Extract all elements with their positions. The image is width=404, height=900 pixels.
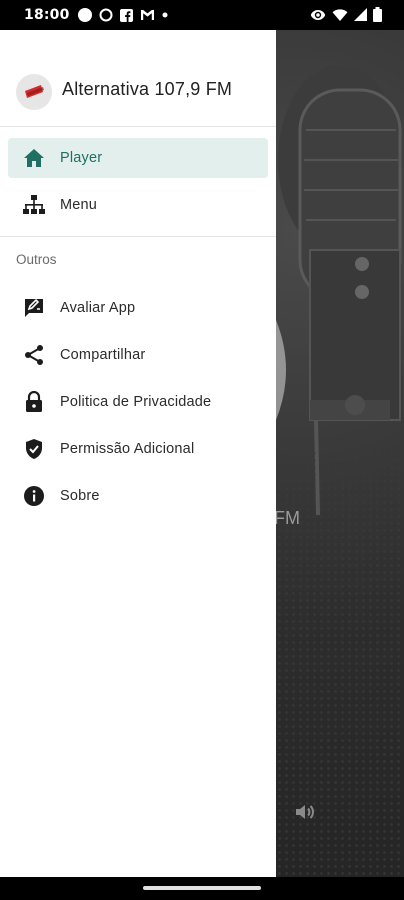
station-logo	[16, 74, 52, 110]
drawer-item-label: Menu	[60, 197, 98, 213]
drawer-item-rate-app[interactable]: Avaliar App	[8, 288, 268, 328]
drawer-item-label: Player	[60, 150, 103, 166]
share-icon	[22, 343, 46, 367]
home-icon	[22, 146, 46, 170]
battery-icon	[373, 7, 382, 22]
volume-icon[interactable]	[294, 802, 316, 822]
player-station-fm: FM	[274, 508, 300, 528]
dot-icon	[162, 12, 168, 18]
status-bar: 18:00	[0, 0, 404, 30]
sitemap-icon	[22, 193, 46, 217]
home-gesture-handle[interactable]	[143, 886, 261, 890]
logo-mark-icon	[25, 85, 44, 98]
drawer-item-player[interactable]: Player	[8, 138, 268, 178]
section-label-others: Outros	[16, 252, 57, 267]
drawer-item-label: Permissão Adicional	[60, 441, 195, 457]
lock-icon	[22, 390, 46, 414]
drawer-item-label: Avaliar App	[60, 300, 136, 316]
navigation-drawer: Alternativa 107,9 FM Player Menu Outros	[0, 30, 276, 877]
drawer-item-about[interactable]: Sobre	[8, 476, 268, 516]
ring-icon	[99, 8, 113, 22]
status-time: 18:00	[24, 7, 70, 23]
drawer-divider	[0, 236, 276, 237]
drawer-item-menu[interactable]: Menu	[8, 185, 268, 225]
info-icon	[22, 484, 46, 508]
drawer-header: Alternativa 107,9 FM	[0, 30, 276, 127]
gmail-icon	[140, 10, 154, 20]
rate-review-icon	[22, 296, 46, 320]
drawer-item-additional-permission[interactable]: Permissão Adicional	[8, 429, 268, 469]
wifi-icon	[332, 8, 348, 21]
drawer-item-label: Politica de Privacidade	[60, 394, 212, 410]
drawer-item-label: Sobre	[60, 488, 100, 504]
circle-icon	[77, 8, 92, 22]
drawer-item-share[interactable]: Compartilhar	[8, 335, 268, 375]
signal-icon	[354, 8, 367, 21]
system-navigation-bar	[0, 877, 404, 900]
shield-check-icon	[22, 437, 46, 461]
drawer-title: Alternativa 107,9 FM	[62, 79, 233, 99]
eye-icon	[310, 9, 326, 20]
drawer-item-privacy-policy[interactable]: Politica de Privacidade	[8, 382, 268, 422]
drawer-item-label: Compartilhar	[60, 347, 146, 363]
facebook-icon	[119, 8, 133, 22]
